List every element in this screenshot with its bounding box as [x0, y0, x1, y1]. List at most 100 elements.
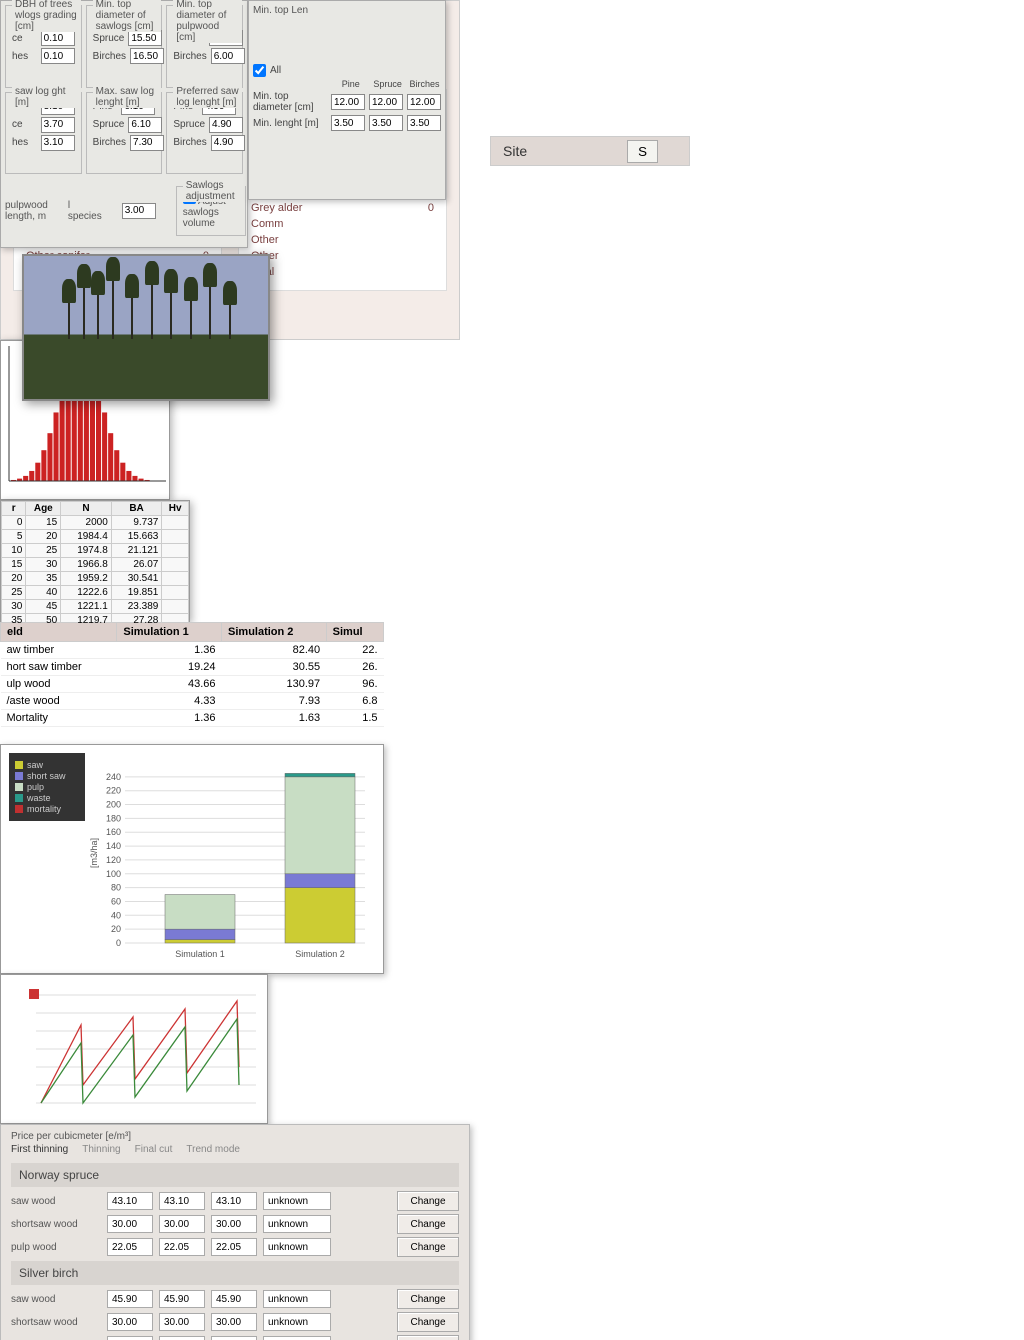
param-input[interactable] [128, 30, 162, 46]
price-input[interactable] [211, 1336, 257, 1340]
dim-input[interactable] [331, 115, 365, 131]
price-input[interactable] [159, 1313, 205, 1331]
price-input[interactable] [107, 1215, 153, 1233]
svg-text:160: 160 [106, 827, 121, 837]
grid-header: BA [111, 502, 162, 516]
yield-header: Simulation 2 [222, 623, 327, 642]
price-input[interactable] [263, 1336, 331, 1340]
dim-input[interactable] [369, 94, 403, 110]
dim-input[interactable] [407, 94, 441, 110]
param-label: Birches [93, 51, 126, 62]
param-input[interactable] [41, 30, 75, 46]
change-button[interactable]: Change [397, 1191, 459, 1211]
site-button[interactable]: S [627, 140, 658, 163]
change-button[interactable]: Change [397, 1335, 459, 1340]
wood-type-label: shortsaw wood [11, 1219, 101, 1230]
price-input[interactable] [211, 1290, 257, 1308]
species-name: Norway spruce [11, 1163, 459, 1187]
group-title: Max. saw log lenght [m] [93, 86, 162, 108]
svg-text:20: 20 [111, 924, 121, 934]
price-input[interactable] [159, 1290, 205, 1308]
param-group: Max. saw log lenght [m]PineSpruceBirches [86, 92, 163, 175]
price-input[interactable] [159, 1238, 205, 1256]
price-input[interactable] [211, 1215, 257, 1233]
dim-input[interactable] [369, 115, 403, 131]
table-row[interactable]: 15301966.826.07 [2, 558, 189, 572]
group-title: Preferred saw log lenght [m] [173, 86, 242, 108]
grid-header: Hv [162, 502, 189, 516]
price-tab[interactable]: First thinning [11, 1144, 68, 1155]
param-group: Preferred saw log lenght [m]PineSpruceBi… [166, 92, 243, 175]
change-button[interactable]: Change [397, 1312, 459, 1332]
log-dimension-panel: DBH of trees wlogs grading [cm]ecehesMin… [0, 0, 248, 248]
price-tab[interactable]: Thinning [82, 1144, 120, 1155]
wood-type-label: saw wood [11, 1294, 101, 1305]
param-input[interactable] [209, 117, 243, 133]
price-input[interactable] [159, 1192, 205, 1210]
legend-item: waste [15, 793, 79, 803]
chart-legend: sawshort sawpulpwastemortality [9, 753, 85, 821]
param-input[interactable] [41, 135, 75, 151]
price-tab[interactable]: Trend mode [186, 1144, 240, 1155]
param-input[interactable] [130, 48, 164, 64]
price-input[interactable] [263, 1313, 331, 1331]
site-label: Site [503, 143, 527, 159]
price-input[interactable] [159, 1336, 205, 1340]
species-row: Comm [251, 216, 434, 232]
table-row[interactable]: 10251974.821.121 [2, 544, 189, 558]
param-input[interactable] [41, 48, 75, 64]
group-title: DBH of trees wlogs grading [cm] [12, 0, 81, 32]
price-input[interactable] [107, 1336, 153, 1340]
price-input[interactable] [263, 1215, 331, 1233]
svg-text:Simulation 1: Simulation 1 [175, 949, 225, 959]
table-row[interactable]: 5201984.415.663 [2, 530, 189, 544]
param-input[interactable] [41, 117, 75, 133]
param-input[interactable] [211, 48, 245, 64]
svg-text:[m3/ha]: [m3/ha] [89, 838, 99, 868]
table-row[interactable]: 25401222.619.851 [2, 586, 189, 600]
grid-header: N [61, 502, 112, 516]
simulation-data-grid[interactable]: rAgeNBAHv01520009.7375201984.415.6631025… [0, 500, 190, 622]
change-button[interactable]: Change [397, 1289, 459, 1309]
species-name: Silver birch [11, 1261, 459, 1285]
price-input[interactable] [107, 1290, 153, 1308]
table-row[interactable]: 01520009.737 [2, 516, 189, 530]
price-input[interactable] [211, 1313, 257, 1331]
species-price-block: Silver birchsaw woodChangeshortsaw woodC… [11, 1261, 459, 1340]
svg-text:100: 100 [106, 869, 121, 879]
price-tab[interactable]: Final cut [135, 1144, 173, 1155]
price-input[interactable] [107, 1192, 153, 1210]
dim-input[interactable] [331, 94, 365, 110]
legend-item: saw [15, 760, 79, 770]
price-row: pulp woodChange [11, 1335, 459, 1340]
price-row: shortsaw woodChange [11, 1312, 459, 1332]
price-title: Price per cubicmeter [e/m³] [11, 1131, 459, 1142]
species-row: Grey alder0 [251, 200, 434, 216]
table-row[interactable]: 20351959.230.541 [2, 572, 189, 586]
param-input[interactable] [128, 117, 162, 133]
table-row[interactable]: 30451221.123.389 [2, 600, 189, 614]
price-row: shortsaw wood Change [11, 1214, 459, 1234]
change-button[interactable]: Change [397, 1214, 459, 1234]
table-row: Mortality1.361.631.5 [1, 710, 384, 727]
price-input[interactable] [107, 1238, 153, 1256]
dim-input[interactable] [407, 115, 441, 131]
price-input[interactable] [211, 1192, 257, 1210]
price-input[interactable] [263, 1290, 331, 1308]
price-tabs[interactable]: First thinning Thinning Final cut Trend mod… [11, 1144, 459, 1155]
price-input[interactable] [211, 1238, 257, 1256]
price-input[interactable] [263, 1238, 331, 1256]
species-input[interactable] [122, 203, 156, 219]
param-input[interactable] [211, 135, 245, 151]
param-group: saw log ght [m]cehes [5, 92, 82, 175]
price-input[interactable] [107, 1313, 153, 1331]
yield-stacked-chart: sawshort sawpulpwastemortality 020406080… [0, 744, 384, 974]
price-input[interactable] [159, 1215, 205, 1233]
table-row: aw timber1.3682.4022. [1, 642, 384, 659]
param-label: Spruce [93, 119, 125, 130]
price-input[interactable] [263, 1192, 331, 1210]
change-button[interactable]: Change [397, 1237, 459, 1257]
table-row: /aste wood4.337.936.8 [1, 693, 384, 710]
param-input[interactable] [130, 135, 164, 151]
all-species-checkbox[interactable] [253, 64, 266, 77]
